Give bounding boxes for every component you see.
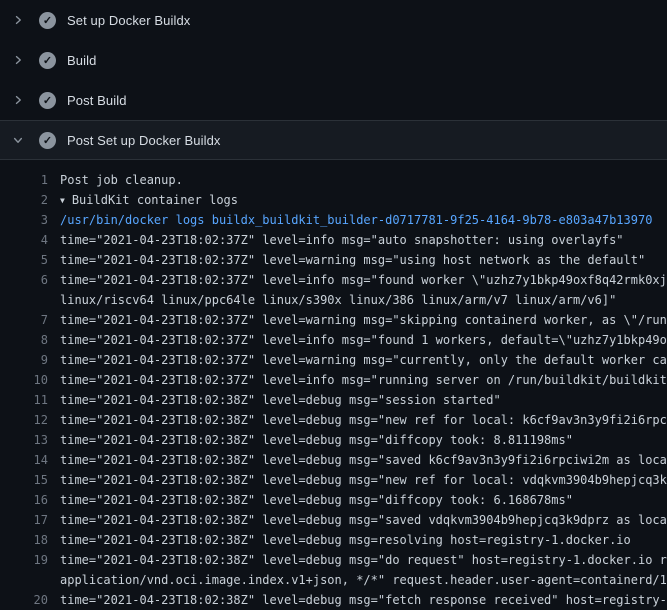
log-message: time="2021-04-23T18:02:38Z" level=debug …: [48, 410, 667, 430]
log-message: time="2021-04-23T18:02:37Z" level=info m…: [48, 230, 667, 250]
log-message: time="2021-04-23T18:02:38Z" level=debug …: [48, 390, 667, 410]
line-number[interactable]: 6: [12, 270, 48, 290]
line-number[interactable]: 19: [12, 550, 48, 570]
log-line: 11time="2021-04-23T18:02:38Z" level=debu…: [12, 390, 667, 410]
line-number[interactable]: 12: [12, 410, 48, 430]
log-line: 9time="2021-04-23T18:02:37Z" level=warni…: [12, 350, 667, 370]
section-row-build[interactable]: ✓ Build: [0, 40, 667, 80]
line-number[interactable]: 3: [12, 210, 48, 230]
workflow-log-viewer: ✓ Set up Docker Buildx ✓ Build ✓ Post Build ✓ P…: [0, 0, 667, 610]
line-number[interactable]: 16: [12, 490, 48, 510]
log-message: Post job cleanup.: [48, 170, 667, 190]
log-line: 3/usr/bin/docker logs buildx_buildkit_bu…: [12, 210, 667, 230]
group-toggle-text: ▼ BuildKit container logs: [48, 190, 667, 210]
log-message: time="2021-04-23T18:02:38Z" level=debug …: [48, 450, 667, 470]
log-group-toggle[interactable]: 2 ▼ BuildKit container logs: [12, 190, 667, 210]
section-label: Post Build: [67, 93, 127, 108]
log-line: 16time="2021-04-23T18:02:38Z" level=debu…: [12, 490, 667, 510]
line-number: [12, 290, 48, 310]
command-text: /usr/bin/docker logs buildx_buildkit_bui…: [48, 210, 667, 230]
section-row-post-set-up-docker-buildx[interactable]: ✓ Post Set up Docker Buildx: [0, 120, 667, 160]
line-number[interactable]: 15: [12, 470, 48, 490]
log-message: application/vnd.oci.image.index.v1+json,…: [48, 570, 667, 590]
line-number[interactable]: 4: [12, 230, 48, 250]
log-message: time="2021-04-23T18:02:37Z" level=info m…: [48, 330, 667, 350]
log-line: 1Post job cleanup.: [12, 170, 667, 190]
log-line: 17time="2021-04-23T18:02:38Z" level=debu…: [12, 510, 667, 530]
log-message: time="2021-04-23T18:02:37Z" level=info m…: [48, 370, 667, 390]
log-message: time="2021-04-23T18:02:38Z" level=debug …: [48, 530, 667, 550]
log-message: time="2021-04-23T18:02:37Z" level=warnin…: [48, 250, 667, 270]
line-number[interactable]: 9: [12, 350, 48, 370]
log-line: application/vnd.oci.image.index.v1+json,…: [12, 570, 667, 590]
triangle-down-icon: ▼: [60, 196, 65, 205]
section-label: Build: [67, 53, 96, 68]
log-message: time="2021-04-23T18:02:38Z" level=debug …: [48, 590, 667, 610]
check-circle-icon: ✓: [39, 12, 56, 29]
log-line: linux/riscv64 linux/ppc64le linux/s390x …: [12, 290, 667, 310]
line-number[interactable]: 17: [12, 510, 48, 530]
log-line: 14time="2021-04-23T18:02:38Z" level=debu…: [12, 450, 667, 470]
log-message: time="2021-04-23T18:02:38Z" level=debug …: [48, 430, 667, 450]
line-number[interactable]: 8: [12, 330, 48, 350]
log-message: time="2021-04-23T18:02:38Z" level=debug …: [48, 510, 667, 530]
line-number[interactable]: 14: [12, 450, 48, 470]
line-number[interactable]: 1: [12, 170, 48, 190]
line-number[interactable]: 20: [12, 590, 48, 610]
sections: ✓ Set up Docker Buildx ✓ Build ✓ Post Build ✓ P…: [0, 0, 667, 160]
check-circle-icon: ✓: [39, 132, 56, 149]
line-number[interactable]: 13: [12, 430, 48, 450]
chevron-down-icon: [12, 134, 24, 146]
log-message: time="2021-04-23T18:02:38Z" level=debug …: [48, 490, 667, 510]
log-message: time="2021-04-23T18:02:37Z" level=info m…: [48, 270, 667, 290]
log-line: 10time="2021-04-23T18:02:37Z" level=info…: [12, 370, 667, 390]
log-line: 15time="2021-04-23T18:02:38Z" level=debu…: [12, 470, 667, 490]
log-line: 4time="2021-04-23T18:02:37Z" level=info …: [12, 230, 667, 250]
line-number[interactable]: 18: [12, 530, 48, 550]
group-label: BuildKit container logs: [72, 193, 238, 207]
line-number[interactable]: 2: [12, 190, 48, 210]
log-line: 12time="2021-04-23T18:02:38Z" level=debu…: [12, 410, 667, 430]
check-circle-icon: ✓: [39, 52, 56, 69]
chevron-right-icon: [12, 14, 24, 26]
chevron-right-icon: [12, 94, 24, 106]
log-message: time="2021-04-23T18:02:38Z" level=debug …: [48, 470, 667, 490]
log-message: time="2021-04-23T18:02:38Z" level=debug …: [48, 550, 667, 570]
log-line: 13time="2021-04-23T18:02:38Z" level=debu…: [12, 430, 667, 450]
log-line: 20time="2021-04-23T18:02:38Z" level=debu…: [12, 590, 667, 610]
section-row-set-up-docker-buildx[interactable]: ✓ Set up Docker Buildx: [0, 0, 667, 40]
section-label: Post Set up Docker Buildx: [67, 133, 221, 148]
log-lines: 1Post job cleanup.2 ▼ BuildKit container l…: [0, 160, 667, 610]
line-number[interactable]: 7: [12, 310, 48, 330]
section-label: Set up Docker Buildx: [67, 13, 190, 28]
log-line: 8time="2021-04-23T18:02:37Z" level=info …: [12, 330, 667, 350]
log-line: 6time="2021-04-23T18:02:37Z" level=info …: [12, 270, 667, 290]
chevron-right-icon: [12, 54, 24, 66]
line-number[interactable]: 10: [12, 370, 48, 390]
log-line: 18time="2021-04-23T18:02:38Z" level=debu…: [12, 530, 667, 550]
log-message: linux/riscv64 linux/ppc64le linux/s390x …: [48, 290, 667, 310]
line-number[interactable]: 11: [12, 390, 48, 410]
line-number[interactable]: 5: [12, 250, 48, 270]
log-message: time="2021-04-23T18:02:37Z" level=warnin…: [48, 310, 667, 330]
log-line: 5time="2021-04-23T18:02:37Z" level=warni…: [12, 250, 667, 270]
log-line: 7time="2021-04-23T18:02:37Z" level=warni…: [12, 310, 667, 330]
section-row-post-build[interactable]: ✓ Post Build: [0, 80, 667, 120]
log-line: 19time="2021-04-23T18:02:38Z" level=debu…: [12, 550, 667, 570]
line-number: [12, 570, 48, 590]
check-circle-icon: ✓: [39, 92, 56, 109]
log-message: time="2021-04-23T18:02:37Z" level=warnin…: [48, 350, 667, 370]
